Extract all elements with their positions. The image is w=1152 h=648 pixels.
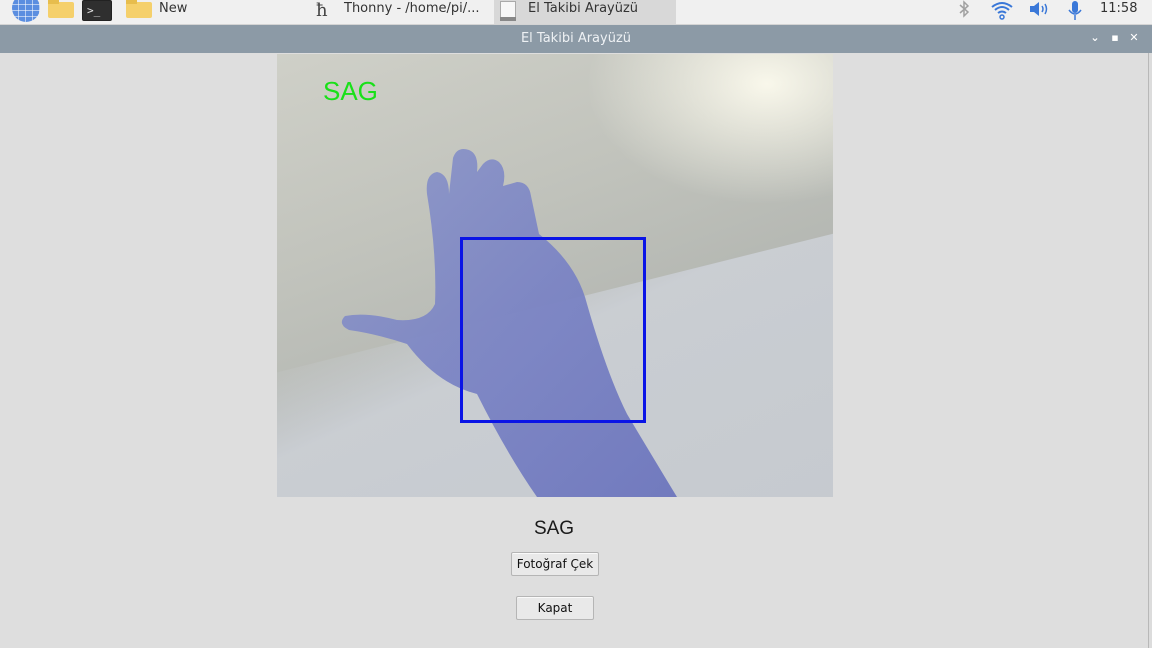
taskbar-task-thonny[interactable]: Thonny - /home/pi/... [344,0,480,24]
maximize-icon[interactable]: ▪ [1109,32,1121,44]
clock[interactable]: 11:58 [1100,0,1137,24]
close-button[interactable]: Kapat [516,596,594,620]
wifi-icon[interactable] [990,0,1014,20]
thonny-icon: ħ [316,0,328,21]
terminal-icon[interactable]: >_ [82,0,112,21]
result-label: SAG [533,518,575,539]
volume-icon[interactable] [1028,0,1052,20]
bluetooth-icon[interactable] [956,0,972,20]
window-titlebar[interactable]: El Takibi Arayüzü ⌄ ▪ ✕ [0,25,1152,53]
camera-feed: SAG [277,54,833,497]
microphone-icon[interactable] [1066,0,1084,20]
take-photo-button[interactable]: Fotoğraf Çek [511,552,599,576]
folder-new-label[interactable]: New [159,0,187,24]
window-title: El Takibi Arayüzü [520,31,632,46]
globe-icon[interactable] [12,0,40,22]
hand-bounding-box [460,237,646,423]
taskbar: >_ New ħ Thonny - /home/pi/... El Takibi… [0,0,1152,25]
folder-new-icon[interactable] [126,0,152,18]
terminal-prompt: >_ [87,4,101,17]
camera-overlay-label: SAG [323,76,378,106]
taskbar-task-el-takibi[interactable]: El Takibi Arayüzü [494,0,676,24]
taskbar-task-label: El Takibi Arayüzü [528,1,639,16]
app-window: SAG SAG Fotoğraf Çek Kapat [0,53,1149,648]
window-icon [500,1,516,21]
folder-icon[interactable] [48,0,74,18]
close-icon[interactable]: ✕ [1128,32,1140,44]
minimize-icon[interactable]: ⌄ [1089,32,1101,44]
